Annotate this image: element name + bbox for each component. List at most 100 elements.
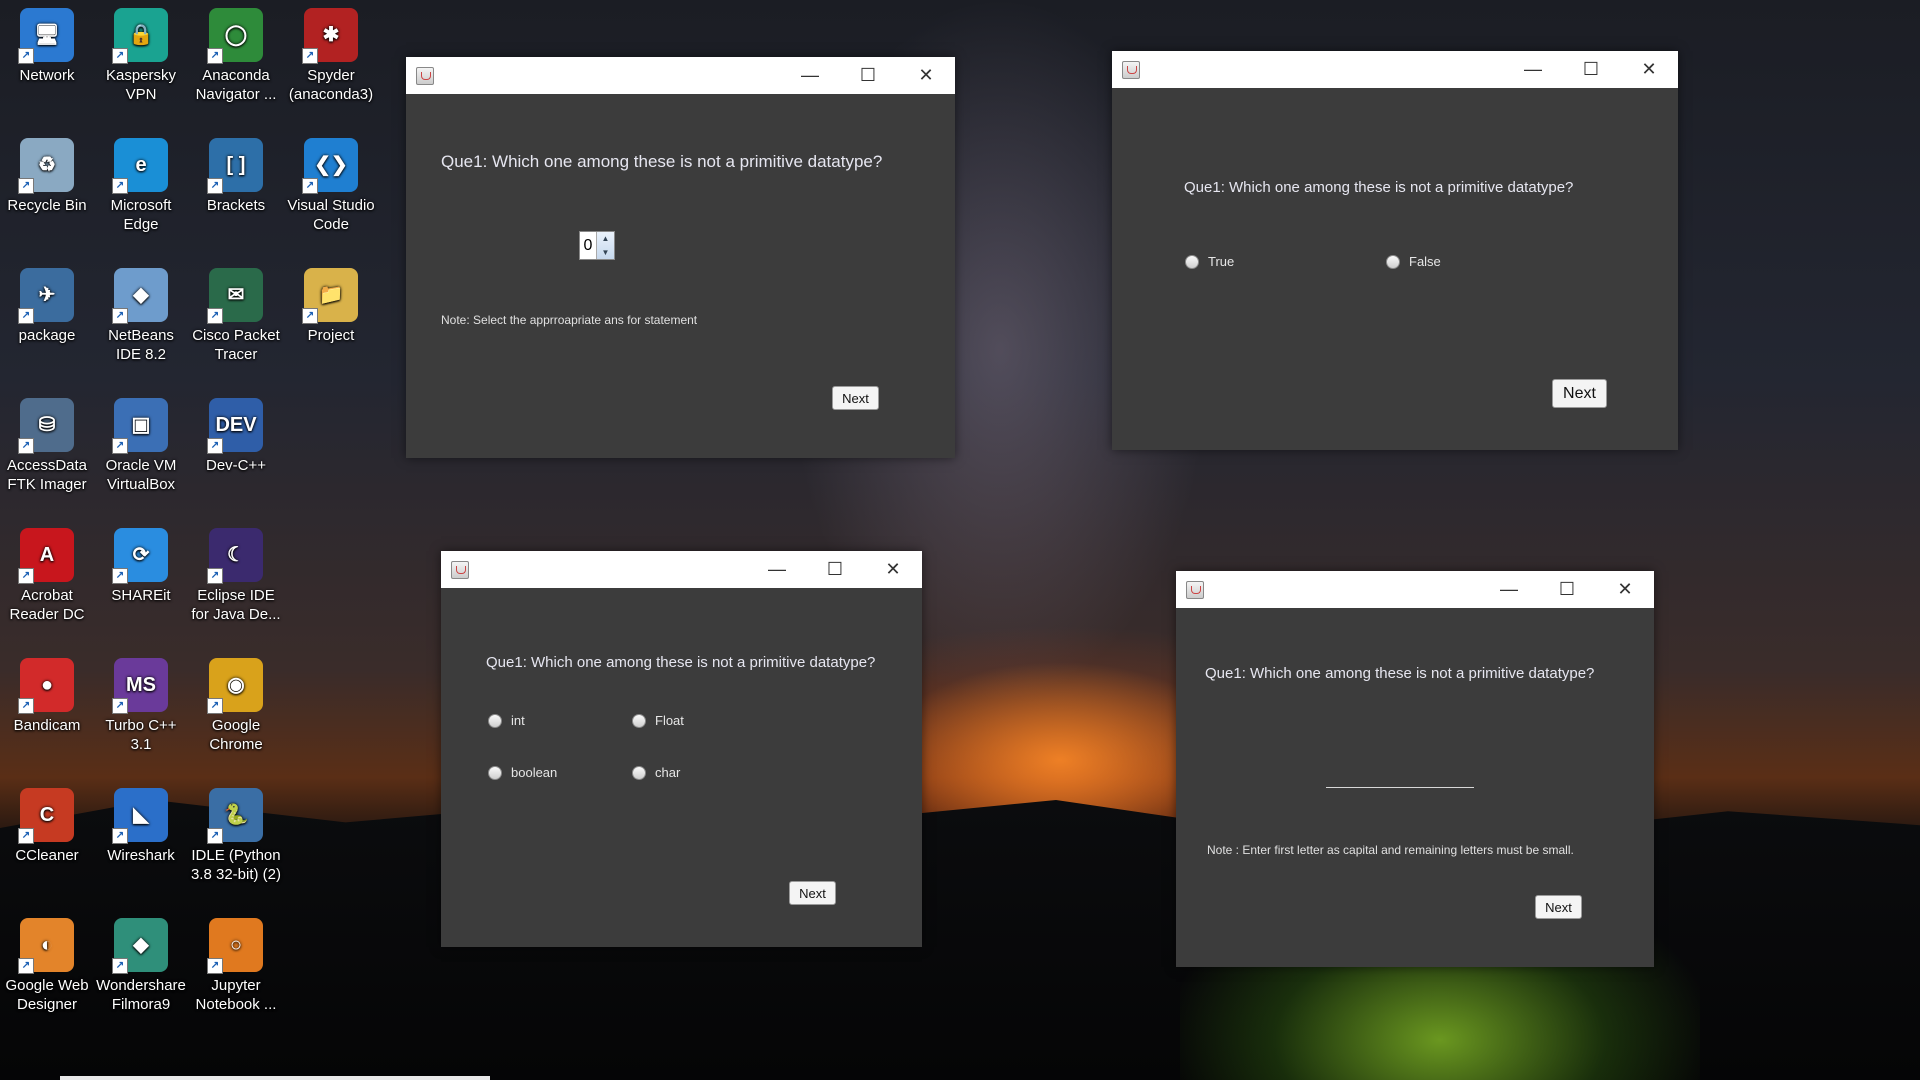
shortcut-arrow-icon: ↗ xyxy=(207,568,223,584)
shortcut-arrow-icon: ↗ xyxy=(18,828,34,844)
desktop-icon-label: CCleaner xyxy=(15,847,79,864)
desktop-icon-acrobat-reader-dc[interactable]: A ↗ Acrobat Reader DC xyxy=(1,528,93,624)
desktop-icon-label: Jupyter Notebook ... xyxy=(195,977,277,1013)
shortcut-arrow-icon: ↗ xyxy=(112,308,128,324)
shortcut-arrow-icon: ↗ xyxy=(207,48,223,64)
app-icon: ♻ ↗ xyxy=(18,138,74,194)
desktop-icon-turbo-c-3-1[interactable]: MS ↗ Turbo C++ 3.1 xyxy=(95,658,187,754)
radio-circle-icon[interactable] xyxy=(488,713,502,728)
shortcut-arrow-icon: ↗ xyxy=(302,48,318,64)
maximize-button[interactable]: ☐ xyxy=(806,551,864,588)
desktop-icon-kaspersky-vpn[interactable]: 🔒 ↗ Kaspersky VPN xyxy=(95,8,187,104)
desktop-icon-project[interactable]: 📁 ↗ Project xyxy=(285,268,377,345)
desktop-icon-dev-c[interactable]: DEV ↗ Dev-C++ xyxy=(190,398,282,475)
close-button[interactable]: ✕ xyxy=(1620,51,1678,88)
desktop-icon-wireshark[interactable]: ◣ ↗ Wireshark xyxy=(95,788,187,865)
close-button[interactable]: ✕ xyxy=(1596,571,1654,608)
desktop-icon-label: Cisco Packet Tracer xyxy=(192,327,280,363)
title-bar[interactable]: — ☐ ✕ xyxy=(1176,571,1654,608)
desktop-icon-brackets[interactable]: [ ] ↗ Brackets xyxy=(190,138,282,215)
java-app-icon xyxy=(1186,581,1204,599)
desktop-icon-label: Anaconda Navigator ... xyxy=(195,67,277,103)
radio-option-int[interactable]: int xyxy=(488,713,525,728)
app-icon: ✈ ↗ xyxy=(18,268,74,324)
desktop-icon-label: Bandicam xyxy=(13,717,81,734)
radio-true[interactable]: True xyxy=(1185,254,1234,269)
radio-option-boolean[interactable]: boolean xyxy=(488,765,557,780)
desktop-icon-cisco-packet-tracer[interactable]: ✉ ↗ Cisco Packet Tracer xyxy=(190,268,282,364)
desktop-icon-label: package xyxy=(18,327,76,344)
desktop-icon-visual-studio-code[interactable]: ❮❯ ↗ Visual Studio Code xyxy=(285,138,377,234)
next-button[interactable]: Next xyxy=(789,881,836,905)
minimize-button[interactable]: — xyxy=(1504,51,1562,88)
spinner-up-icon[interactable]: ▲ xyxy=(597,232,614,246)
desktop-icon-wondershare-filmora9[interactable]: ◆ ↗ Wondershare Filmora9 xyxy=(95,918,187,1014)
radio-circle-icon[interactable] xyxy=(1386,254,1400,269)
radio-circle-icon[interactable] xyxy=(1185,254,1199,269)
shortcut-arrow-icon: ↗ xyxy=(18,308,34,324)
desktop-icon-idle-python-3-8-32-bit-2[interactable]: 🐍 ↗ IDLE (Python 3.8 32-bit) (2) xyxy=(190,788,282,884)
app-icon: ◯ ↗ xyxy=(207,8,263,64)
desktop-icon-bandicam[interactable]: ● ↗ Bandicam xyxy=(1,658,93,735)
desktop-icon-netbeans-ide-8-2[interactable]: ◆ ↗ NetBeans IDE 8.2 xyxy=(95,268,187,364)
shortcut-arrow-icon: ↗ xyxy=(18,698,34,714)
title-bar[interactable]: — ☐ ✕ xyxy=(441,551,922,588)
app-icon: ○ ↗ xyxy=(207,918,263,974)
desktop-icon-google-web-designer[interactable]: ◐ ↗ Google Web Designer xyxy=(1,918,93,1014)
desktop-icon-spyder-anaconda3[interactable]: ✱ ↗ Spyder (anaconda3) xyxy=(285,8,377,104)
app-icon: ◐ ↗ xyxy=(18,918,74,974)
desktop-icon-recycle-bin[interactable]: ♻ ↗ Recycle Bin xyxy=(1,138,93,215)
radio-false[interactable]: False xyxy=(1386,254,1441,269)
desktop-icon-network[interactable]: 🖥 ↗ Network xyxy=(1,8,93,85)
java-app-icon xyxy=(416,67,434,85)
answer-spinner[interactable]: 0 ▲ ▼ xyxy=(579,231,615,260)
close-button[interactable]: ✕ xyxy=(864,551,922,588)
taskbar-edge xyxy=(60,1076,490,1080)
maximize-button[interactable]: ☐ xyxy=(839,57,897,94)
desktop-icon-anaconda-navigator[interactable]: ◯ ↗ Anaconda Navigator ... xyxy=(190,8,282,104)
desktop-icon-label: Google Web Designer xyxy=(5,977,89,1013)
quiz-window-spinner: — ☐ ✕ Que1: Which one among these is not… xyxy=(406,57,955,458)
radio-option-float[interactable]: Float xyxy=(632,713,684,728)
desktop-icon-label: Turbo C++ 3.1 xyxy=(105,717,177,753)
maximize-button[interactable]: ☐ xyxy=(1562,51,1620,88)
app-icon: DEV ↗ xyxy=(207,398,263,454)
desktop-icon-jupyter-notebook[interactable]: ○ ↗ Jupyter Notebook ... xyxy=(190,918,282,1014)
next-button[interactable]: Next xyxy=(832,386,879,410)
desktop-icon-google-chrome[interactable]: ◉ ↗ Google Chrome xyxy=(190,658,282,754)
desktop-icon-ccleaner[interactable]: C ↗ CCleaner xyxy=(1,788,93,865)
answer-text-field[interactable] xyxy=(1326,767,1474,788)
close-button[interactable]: ✕ xyxy=(897,57,955,94)
radio-option-char[interactable]: char xyxy=(632,765,680,780)
minimize-button[interactable]: — xyxy=(748,551,806,588)
desktop-icon-eclipse-ide-for-java-de[interactable]: ☾ ↗ Eclipse IDE for Java De... xyxy=(190,528,282,624)
radio-circle-icon[interactable] xyxy=(632,765,646,780)
desktop-icon-label: Microsoft Edge xyxy=(110,197,172,233)
radio-circle-icon[interactable] xyxy=(488,765,502,780)
next-button[interactable]: Next xyxy=(1552,379,1607,408)
desktop-icon-label: Network xyxy=(19,67,75,84)
maximize-button[interactable]: ☐ xyxy=(1538,571,1596,608)
spinner-value[interactable]: 0 xyxy=(580,232,596,259)
shortcut-arrow-icon: ↗ xyxy=(207,178,223,194)
title-bar[interactable]: — ☐ ✕ xyxy=(1112,51,1678,88)
app-icon: [ ] ↗ xyxy=(207,138,263,194)
title-bar[interactable]: — ☐ ✕ xyxy=(406,57,955,94)
spinner-down-icon[interactable]: ▼ xyxy=(597,246,614,260)
desktop-icon-accessdata-ftk-imager[interactable]: ⛁ ↗ AccessData FTK Imager xyxy=(1,398,93,494)
app-icon: ◉ ↗ xyxy=(207,658,263,714)
shortcut-arrow-icon: ↗ xyxy=(112,438,128,454)
shortcut-arrow-icon: ↗ xyxy=(302,178,318,194)
note-text: Note: Select the apprroapriate ans for s… xyxy=(441,313,698,327)
minimize-button[interactable]: — xyxy=(781,57,839,94)
next-button[interactable]: Next xyxy=(1535,895,1582,919)
app-icon: ◆ ↗ xyxy=(112,918,168,974)
desktop-icon-shareit[interactable]: ⟳ ↗ SHAREit xyxy=(95,528,187,605)
desktop-icon-oracle-vm-virtualbox[interactable]: ▣ ↗ Oracle VM VirtualBox xyxy=(95,398,187,494)
radio-circle-icon[interactable] xyxy=(632,713,646,728)
desktop-icon-label: Eclipse IDE for Java De... xyxy=(191,587,281,623)
desktop-icon-microsoft-edge[interactable]: e ↗ Microsoft Edge xyxy=(95,138,187,234)
minimize-button[interactable]: — xyxy=(1480,571,1538,608)
desktop-icon-package[interactable]: ✈ ↗ package xyxy=(1,268,93,345)
desktop-icon-label: Project xyxy=(307,327,355,344)
